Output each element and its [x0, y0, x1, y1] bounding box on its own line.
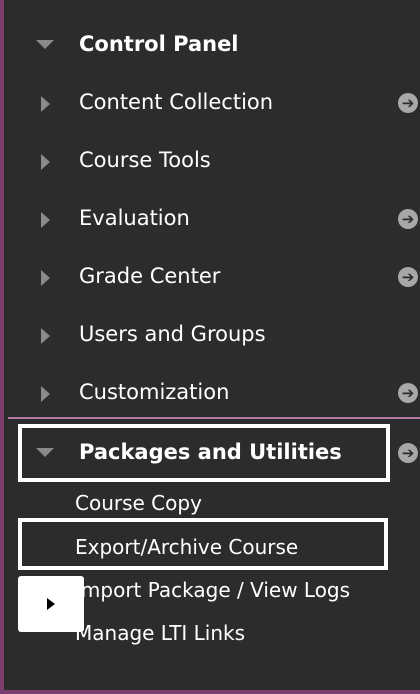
arrow-circle-icon[interactable]: ➔ — [398, 443, 418, 463]
menu-item-evaluation[interactable]: Evaluation ➔ — [8, 190, 420, 248]
menu-item-grade-center[interactable]: Grade Center ➔ — [8, 248, 420, 306]
menu-item-customization[interactable]: Customization ➔ — [8, 364, 420, 422]
menu-item-label: Customization — [79, 380, 230, 404]
arrow-circle-icon[interactable]: ➔ — [398, 267, 418, 287]
section-divider — [8, 417, 420, 419]
menu-item-label: Users and Groups — [79, 322, 266, 346]
arrow-circle-icon[interactable]: ➔ — [398, 383, 418, 403]
triangle-right-icon — [41, 212, 50, 228]
menu-item-label: Evaluation — [79, 206, 190, 230]
triangle-right-icon — [41, 270, 50, 286]
triangle-right-icon — [41, 386, 50, 402]
triangle-down-icon — [36, 40, 54, 49]
control-panel-menu: Control Panel Content Collection ➔ Cours… — [0, 0, 420, 694]
menu-item-label: Grade Center — [79, 264, 221, 288]
control-panel-header[interactable]: Control Panel — [8, 16, 420, 74]
triangle-right-icon — [41, 96, 50, 112]
arrow-circle-icon[interactable]: ➔ — [398, 209, 418, 229]
highlight-box-packages-and-utilities — [18, 424, 390, 482]
subitem-course-copy[interactable]: Course Copy — [75, 490, 202, 516]
triangle-right-icon — [41, 328, 50, 344]
triangle-right-icon — [41, 154, 50, 170]
menu-item-label: Content Collection — [79, 90, 274, 114]
menu-item-label: Course Tools — [79, 148, 211, 172]
menu-item-content-collection[interactable]: Content Collection ➔ — [8, 74, 420, 132]
subitem-import-package-view-logs[interactable]: Import Package / View Logs — [75, 577, 350, 603]
play-button[interactable] — [18, 576, 84, 632]
menu-item-users-and-groups[interactable]: Users and Groups — [8, 306, 420, 364]
arrow-circle-icon[interactable]: ➔ — [398, 93, 418, 113]
subitem-manage-lti-links[interactable]: Manage LTI Links — [75, 620, 245, 646]
play-icon — [47, 598, 55, 610]
highlight-box-export-archive — [18, 518, 388, 570]
control-panel-title: Control Panel — [79, 32, 239, 56]
menu-item-course-tools[interactable]: Course Tools — [8, 132, 420, 190]
